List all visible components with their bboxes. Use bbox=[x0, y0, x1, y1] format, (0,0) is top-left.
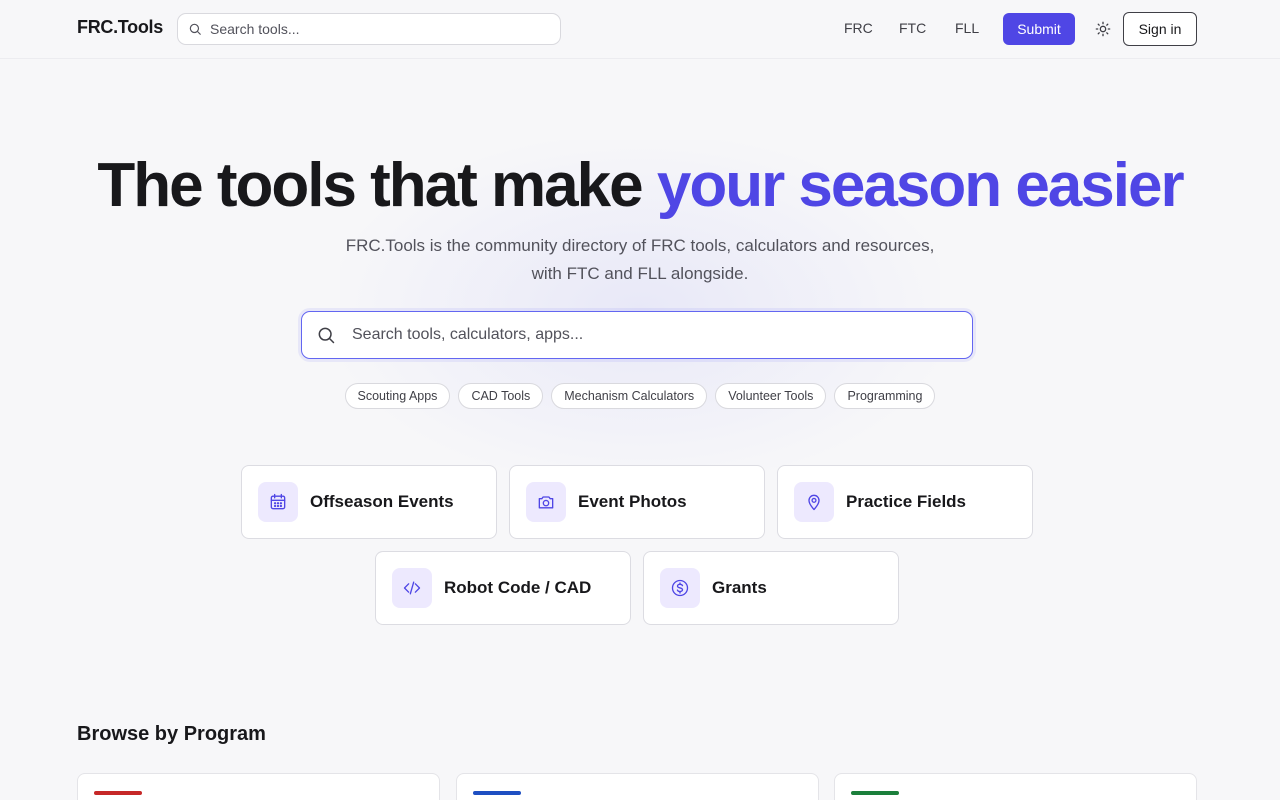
hero-search-input[interactable] bbox=[352, 326, 952, 344]
hero-title: The tools that make your season easier bbox=[0, 150, 1280, 221]
feature-label: Robot Code / CAD bbox=[444, 578, 592, 597]
dollar-circle-icon bbox=[671, 579, 689, 597]
hero-title-plain: The tools that make bbox=[97, 151, 657, 220]
calendar-icon bbox=[270, 493, 286, 510]
site-logo[interactable]: FRC.Tools bbox=[77, 17, 163, 38]
feature-label: Practice Fields bbox=[846, 492, 967, 511]
hero-title-accent: your season easier bbox=[656, 151, 1185, 220]
sun-icon bbox=[1095, 21, 1111, 37]
sign-in-button[interactable]: Sign in bbox=[1123, 12, 1197, 46]
top-navbar: FRC.Tools FRC FTC FLL Submit Sign in bbox=[0, 0, 1280, 59]
theme-toggle-button[interactable] bbox=[1091, 17, 1115, 41]
chip-cad-tools[interactable]: CAD Tools bbox=[458, 383, 544, 409]
program-color-bar bbox=[851, 791, 899, 795]
program-color-bar bbox=[473, 791, 521, 795]
program-color-bar bbox=[94, 791, 142, 795]
feature-card-robot-code-cad[interactable]: Robot Code / CAD bbox=[375, 551, 631, 625]
nav-link-fll[interactable]: FLL bbox=[955, 20, 979, 36]
submit-button[interactable]: Submit bbox=[1003, 13, 1075, 45]
hero-search-box[interactable] bbox=[301, 311, 973, 359]
feature-icon-box bbox=[794, 482, 834, 522]
feature-icon-box bbox=[258, 482, 298, 522]
browse-section-title: Browse by Program bbox=[77, 723, 266, 745]
header-search-input[interactable] bbox=[210, 21, 540, 37]
chip-mechanism-calculators[interactable]: Mechanism Calculators bbox=[551, 383, 708, 409]
feature-label: Offseason Events bbox=[310, 492, 454, 511]
feature-icon-box bbox=[526, 482, 566, 522]
chip-programming[interactable]: Programming bbox=[834, 383, 936, 409]
nav-link-frc[interactable]: FRC bbox=[844, 20, 873, 36]
program-card-2[interactable] bbox=[456, 773, 819, 800]
hero-subtitle: FRC.Tools is the community directory of … bbox=[345, 236, 935, 283]
program-card-3[interactable] bbox=[834, 773, 1197, 800]
code-icon bbox=[403, 581, 421, 595]
chip-volunteer-tools[interactable]: Volunteer Tools bbox=[715, 383, 827, 409]
nav-link-ftc[interactable]: FTC bbox=[899, 20, 926, 36]
feature-card-offseason-events[interactable]: Offseason Events bbox=[241, 465, 497, 539]
feature-card-practice-fields[interactable]: Practice Fields bbox=[777, 465, 1033, 539]
header-search-box[interactable] bbox=[177, 13, 561, 45]
chip-scouting-apps[interactable]: Scouting Apps bbox=[344, 383, 451, 409]
feature-card-event-photos[interactable]: Event Photos bbox=[509, 465, 765, 539]
category-chips: Scouting Apps CAD Tools Mechanism Calcul… bbox=[0, 383, 1280, 409]
search-icon bbox=[189, 23, 201, 35]
program-card-1[interactable] bbox=[77, 773, 440, 800]
feature-icon-box bbox=[392, 568, 432, 608]
camera-icon bbox=[538, 496, 554, 509]
feature-label: Event Photos bbox=[578, 492, 687, 511]
feature-icon-box bbox=[660, 568, 700, 608]
feature-card-grants[interactable]: Grants bbox=[643, 551, 899, 625]
map-pin-icon bbox=[808, 494, 820, 511]
search-icon bbox=[318, 327, 335, 344]
feature-label: Grants bbox=[712, 578, 767, 597]
